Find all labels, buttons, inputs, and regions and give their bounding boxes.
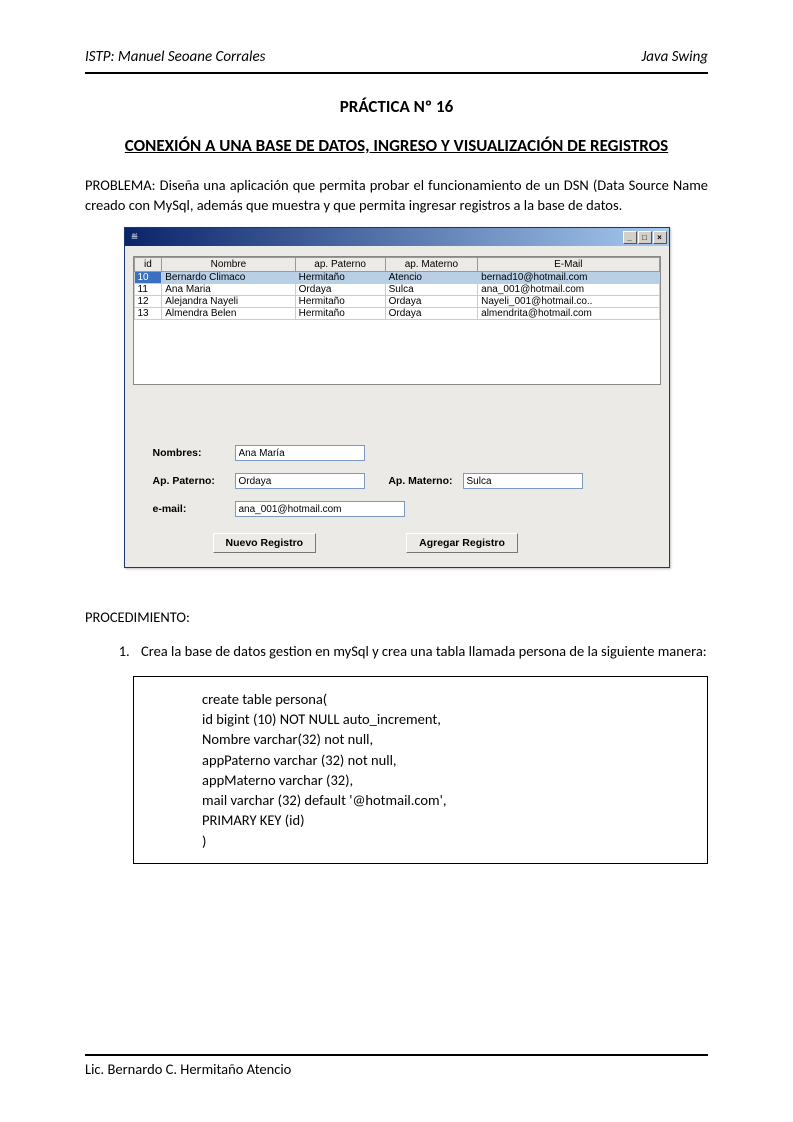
code-line: ) <box>202 831 695 851</box>
table-cell: Hermitaño <box>295 296 385 308</box>
table-cell: 13 <box>134 308 162 320</box>
code-line: PRIMARY KEY (id) <box>202 810 695 830</box>
swing-window: ≝ _ □ × idNombreap. Paternoap. MaternoE-… <box>124 227 670 568</box>
table-cell: almendrita@hotmail.com <box>478 308 659 320</box>
column-header[interactable]: Nombre <box>162 258 295 272</box>
page-footer: Lic. Bernardo C. Hermitaño Atencio <box>85 1054 708 1078</box>
header-rule <box>85 72 708 74</box>
practice-title: CONEXIÓN A UNA BASE DE DATOS, INGRESO Y … <box>85 135 708 158</box>
window-controls: _ □ × <box>623 231 667 244</box>
table-cell: Ordaya <box>295 284 385 296</box>
sql-code-box: create table persona(id bigint (10) NOT … <box>133 676 708 864</box>
maximize-button[interactable]: □ <box>638 231 652 244</box>
code-line: create table persona( <box>202 689 695 709</box>
header-right: Java Swing <box>641 48 708 66</box>
procedure-list: Crea la base de datos gestion en mySql y… <box>85 642 708 662</box>
table-row[interactable]: 12Alejandra NayeliHermitañoOrdayaNayeli_… <box>134 296 659 308</box>
table-cell: Alejandra Nayeli <box>162 296 295 308</box>
table-row[interactable]: 13Almendra BelenHermitañoOrdayaalmendrit… <box>134 308 659 320</box>
label-paterno: Ap. Paterno: <box>153 475 225 487</box>
java-icon: ≝ <box>129 231 141 243</box>
column-header[interactable]: id <box>134 258 162 272</box>
code-line: appMaterno varchar (32), <box>202 770 695 790</box>
nuevo-registro-button[interactable]: Nuevo Registro <box>213 533 317 553</box>
table-cell: Ordaya <box>385 308 478 320</box>
code-line: appPaterno varchar (32) not null, <box>202 750 695 770</box>
procedure-item-1: Crea la base de datos gestion en mySql y… <box>133 642 708 662</box>
page-header: ISTP: Manuel Seoane Corrales Java Swing <box>85 48 708 72</box>
table-cell: Ordaya <box>385 296 478 308</box>
table-cell: Hermitaño <box>295 308 385 320</box>
table-cell: ana_001@hotmail.com <box>478 284 659 296</box>
header-left: ISTP: Manuel Seoane Corrales <box>85 48 265 66</box>
label-nombres: Nombres: <box>153 447 225 459</box>
input-nombres[interactable] <box>235 445 365 461</box>
code-line: mail varchar (32) default '@hotmail.com'… <box>202 790 695 810</box>
practice-number: PRÁCTICA Nº 16 <box>85 96 708 117</box>
window-titlebar: ≝ _ □ × <box>125 228 669 246</box>
table-cell: Hermitaño <box>295 272 385 284</box>
table-cell: bernad10@hotmail.com <box>478 272 659 284</box>
table-cell: Nayeli_001@hotmail.co.. <box>478 296 659 308</box>
footer-rule <box>85 1054 708 1056</box>
problem-text: PROBLEMA: Diseña una aplicación que perm… <box>85 176 708 215</box>
column-header[interactable]: E-Mail <box>478 258 659 272</box>
table-cell: 12 <box>134 296 162 308</box>
table-row[interactable]: 10Bernardo ClimacoHermitañoAtenciobernad… <box>134 272 659 284</box>
minimize-button[interactable]: _ <box>623 231 637 244</box>
form: Nombres: Ap. Paterno: Ap. Materno: e-mai… <box>133 445 661 553</box>
table-cell: 10 <box>134 272 162 284</box>
table-cell: Ana Maria <box>162 284 295 296</box>
procedure-heading: PROCEDIMIENTO: <box>85 608 708 626</box>
table-row[interactable]: 11Ana MariaOrdayaSulcaana_001@hotmail.co… <box>134 284 659 296</box>
table-cell: Almendra Belen <box>162 308 295 320</box>
table-cell: Bernardo Climaco <box>162 272 295 284</box>
input-email[interactable] <box>235 501 405 517</box>
input-paterno[interactable] <box>235 473 365 489</box>
column-header[interactable]: ap. Materno <box>385 258 478 272</box>
footer-author: Lic. Bernardo C. Hermitaño Atencio <box>85 1060 708 1078</box>
label-email: e-mail: <box>153 503 225 515</box>
data-table[interactable]: idNombreap. Paternoap. MaternoE-Mail 10B… <box>133 256 661 385</box>
agregar-registro-button[interactable]: Agregar Registro <box>406 533 518 553</box>
input-materno[interactable] <box>463 473 583 489</box>
code-line: id bigint (10) NOT NULL auto_increment, <box>202 709 695 729</box>
close-button[interactable]: × <box>653 231 667 244</box>
code-line: Nombre varchar(32) not null, <box>202 729 695 749</box>
table-cell: 11 <box>134 284 162 296</box>
label-materno: Ap. Materno: <box>375 475 453 487</box>
column-header[interactable]: ap. Paterno <box>295 258 385 272</box>
table-cell: Atencio <box>385 272 478 284</box>
table-cell: Sulca <box>385 284 478 296</box>
